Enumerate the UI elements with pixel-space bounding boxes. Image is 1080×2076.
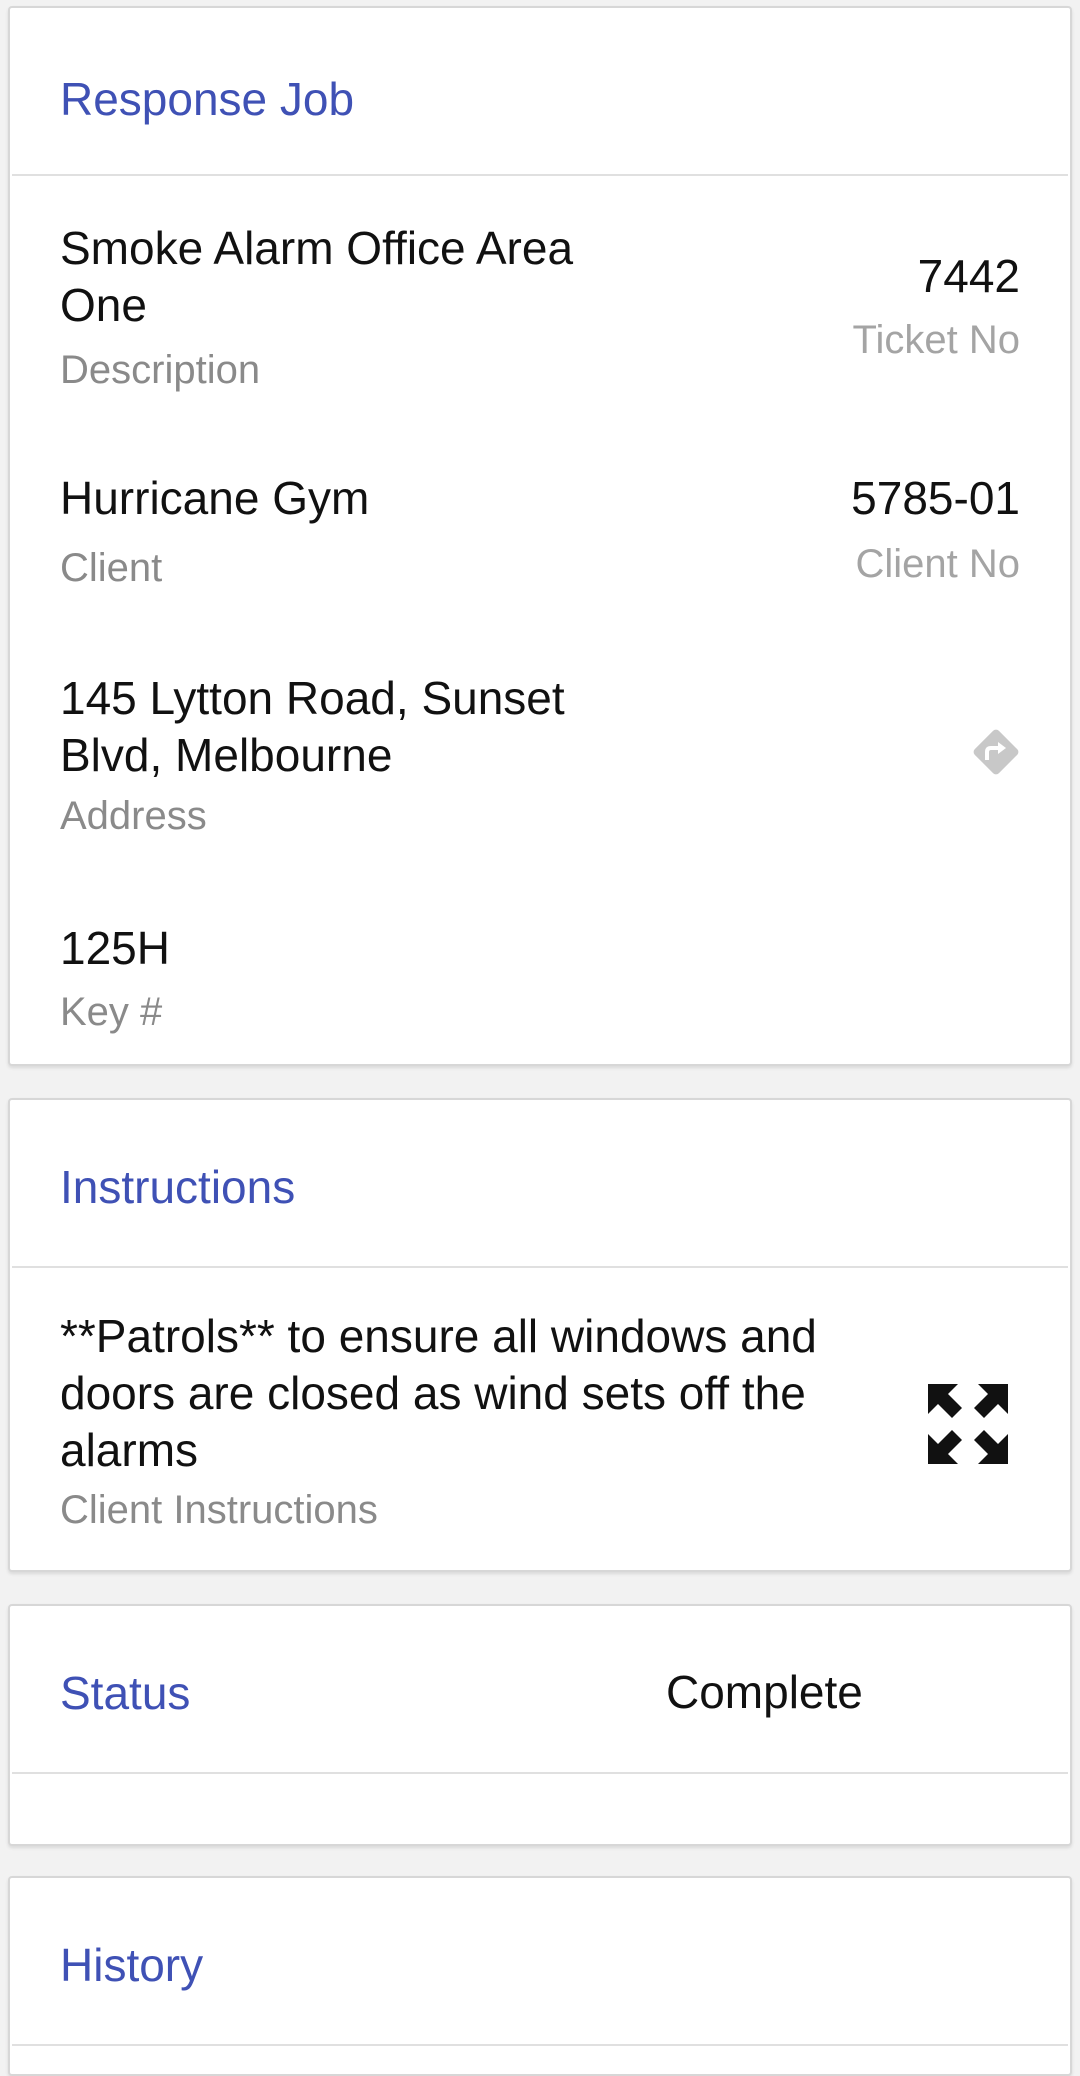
response-job-card: Response Job Smoke Alarm Office Area One… xyxy=(8,6,1072,1066)
instructions-card: Instructions **Patrols** to ensure all w… xyxy=(8,1098,1072,1572)
key-label: Key # xyxy=(60,990,163,1034)
response-job-title: Response Job xyxy=(60,73,355,125)
status-divider xyxy=(12,1772,1068,1774)
expand-icon[interactable] xyxy=(926,1382,1010,1466)
response-job-divider xyxy=(12,174,1068,176)
client-number-label: Client No xyxy=(855,542,1020,586)
key-value: 125H xyxy=(60,922,170,974)
description-label: Description xyxy=(60,348,261,392)
address-label: Address xyxy=(60,794,207,838)
history-divider xyxy=(12,2044,1068,2046)
instructions-title: Instructions xyxy=(60,1161,296,1213)
client-instructions-label: Client Instructions xyxy=(60,1488,378,1532)
instructions-divider xyxy=(12,1266,1068,1268)
client-instructions-value: **Patrols** to ensure all windows and do… xyxy=(60,1310,817,1476)
address-value: 145 Lytton Road, Sunset Blvd, Melbourne xyxy=(60,672,565,781)
ticket-number-value: 7442 xyxy=(917,250,1020,302)
status-value[interactable]: Complete xyxy=(666,1664,863,1721)
description-value: Smoke Alarm Office Area One xyxy=(60,222,574,331)
client-value: Hurricane Gym xyxy=(60,472,370,524)
client-label: Client xyxy=(60,546,163,590)
status-card: Status Complete xyxy=(8,1604,1072,1846)
client-number-value: 5785-01 xyxy=(851,472,1020,524)
history-title: History xyxy=(60,1939,204,1991)
directions-icon[interactable] xyxy=(968,724,1024,780)
ticket-number-label: Ticket No xyxy=(852,318,1020,362)
status-title: Status xyxy=(60,1667,191,1719)
history-card: History xyxy=(8,1876,1072,2076)
